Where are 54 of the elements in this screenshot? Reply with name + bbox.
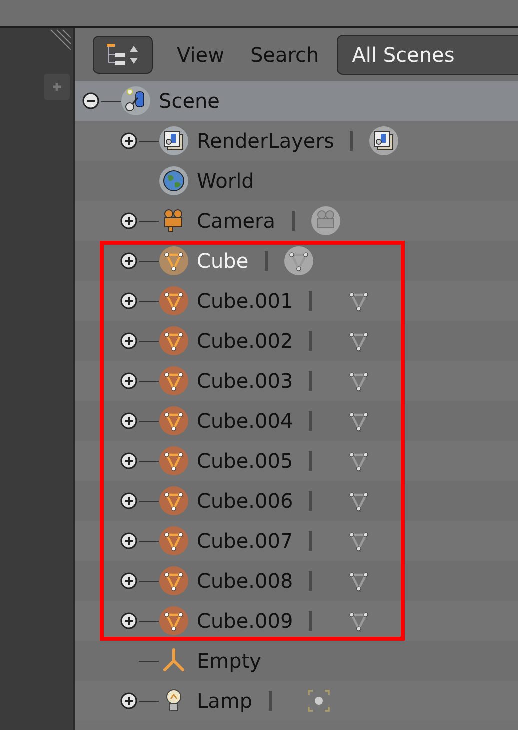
view-menu[interactable]: View (177, 40, 224, 70)
scene-filter-dropdown[interactable]: All Scenes (337, 34, 518, 74)
item-label[interactable]: RenderLayers (197, 131, 334, 151)
separator (309, 371, 312, 391)
separator (309, 451, 312, 471)
expand-toggle-icon[interactable] (120, 572, 138, 590)
item-label[interactable]: Scene (159, 91, 220, 111)
expand-toggle-icon[interactable] (120, 372, 138, 390)
item-label[interactable]: Cube.004 (197, 411, 294, 431)
separator (292, 211, 294, 231)
item-label[interactable]: World (197, 171, 254, 191)
item-label[interactable]: Cube.007 (197, 531, 294, 551)
render-layers-icon (159, 126, 189, 156)
separator (264, 251, 268, 271)
expand-toggle-icon[interactable] (120, 212, 138, 230)
item-label[interactable]: Cube.005 (197, 451, 294, 471)
globe-icon (159, 166, 189, 196)
separator (309, 331, 312, 351)
search-menu[interactable]: Search (250, 40, 320, 70)
separator (309, 291, 312, 311)
separator (309, 531, 312, 551)
expand-toggle-icon[interactable] (120, 132, 138, 150)
separator (309, 411, 312, 431)
expand-toggle-icon[interactable] (120, 252, 138, 270)
item-label[interactable]: Camera (197, 211, 276, 231)
separator (350, 131, 354, 151)
item-label[interactable]: Cube (197, 251, 249, 271)
mesh-data-icon[interactable] (284, 246, 314, 276)
separator (309, 571, 312, 591)
item-label[interactable]: Cube.001 (197, 291, 294, 311)
item-label[interactable]: Lamp (197, 691, 253, 711)
render-layers-data-icon[interactable] (369, 126, 400, 156)
display-mode-button[interactable] (93, 36, 153, 74)
expand-toggle-icon[interactable] (120, 412, 138, 430)
expand-toggle-icon[interactable] (120, 612, 138, 630)
item-label[interactable]: Cube.006 (197, 491, 294, 511)
item-label[interactable]: Cube.002 (197, 331, 294, 351)
item-label[interactable]: Cube.008 (197, 571, 294, 591)
separator (268, 691, 272, 711)
expand-toggle-icon[interactable] (120, 692, 138, 710)
separator (309, 491, 312, 511)
scene-icon (121, 86, 151, 116)
item-label[interactable]: Cube.003 (197, 371, 294, 391)
expand-toggle-icon[interactable] (120, 492, 138, 510)
item-label[interactable]: Empty (197, 651, 262, 671)
plus-icon (52, 82, 62, 92)
expand-toggle-icon[interactable] (120, 452, 138, 470)
outliner-row[interactable]: Scene (75, 81, 518, 121)
item-label[interactable]: Cube.009 (197, 611, 294, 631)
expand-toggle-icon[interactable] (120, 292, 138, 310)
collapse-toggle-icon[interactable] (82, 92, 100, 110)
separator (309, 611, 312, 631)
expand-toggle-icon[interactable] (120, 332, 138, 350)
expand-toggle-icon[interactable] (120, 532, 138, 550)
